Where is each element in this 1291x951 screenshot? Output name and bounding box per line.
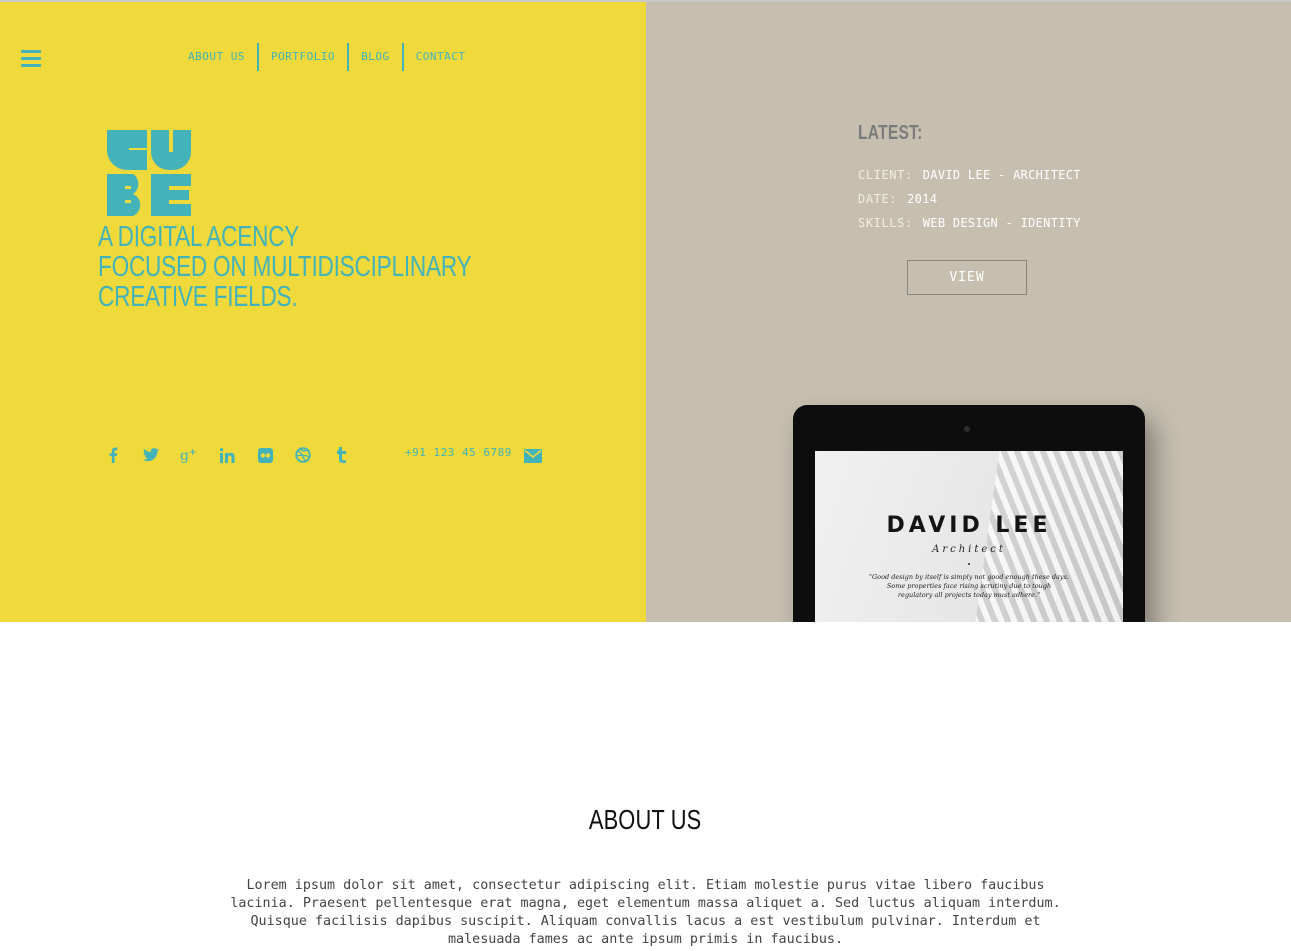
dribbble-icon[interactable] [294,446,312,464]
about-paragraph: Lorem ipsum dolor sit amet, consectetur … [230,878,1061,947]
hero-tagline: A DIGITAL ACENCY FOCUSED ON MULTIDISCIPL… [98,221,472,313]
phone-number[interactable]: +91 123 45 6789 [405,446,512,459]
google-plus-icon[interactable]: g + [180,446,198,464]
twitter-icon[interactable] [142,446,160,464]
tablet-screen: DAVID LEE Architect "Good design by itse… [815,451,1123,622]
hero-left-panel: ABOUT US PORTFOLIO BLOG CONTACT A DIGITA… [0,2,646,622]
nav-item-blog[interactable]: BLOG [347,43,402,71]
skills-value: WEB DESIGN - IDENTITY [922,216,1081,230]
flickr-icon[interactable] [256,446,274,464]
nav-item-contact[interactable]: CONTACT [401,43,478,71]
tagline-line: CREATIVE FIELDS. [98,281,298,313]
date-value: 2014 [907,192,938,206]
top-navigation: ABOUT US PORTFOLIO BLOG CONTACT [180,42,477,72]
about-section-title: ABOUT US [0,804,1291,836]
cube-logo[interactable] [105,128,193,218]
svg-text:g: g [180,448,189,463]
nav-item-about-us[interactable]: ABOUT US [180,43,257,71]
date-label: DATE: [858,192,898,206]
skills-label: SKILLS: [858,216,913,230]
social-links: g + [104,446,370,464]
hamburger-menu-icon[interactable] [21,50,41,68]
tablet-quote: "Good design by itself is simply not goo… [869,573,1069,599]
mail-icon[interactable] [524,449,542,463]
tablet-client-role: Architect [932,544,1006,555]
tagline-line: A DIGITAL ACENCY [98,221,300,253]
latest-project-meta: CLIENT: DAVID LEE - ARCHITECT DATE: 2014 S… [858,167,1081,239]
tumblr-icon[interactable] [332,446,350,464]
client-value: DAVID LEE - ARCHITECT [922,168,1081,182]
svg-text:+: + [189,448,197,458]
hero-right-panel: LATEST: CLIENT: DAVID LEE - ARCHITECT DAT… [646,2,1291,622]
view-project-button[interactable]: VIEW [907,260,1027,295]
client-label: CLIENT: [858,168,913,182]
latest-title: LATEST: [858,122,923,144]
tablet-camera [964,426,970,432]
about-title-text: ABOUT US [589,804,702,835]
tablet-mockup: DAVID LEE Architect "Good design by itse… [793,405,1145,622]
nav-item-portfolio[interactable]: PORTFOLIO [256,43,347,71]
tagline-line: FOCUSED ON MULTIDISCIPLINARY [98,251,472,283]
facebook-icon[interactable] [104,446,122,464]
tablet-client-name: DAVID LEE [886,513,1052,538]
linkedin-icon[interactable] [218,446,236,464]
separator-dot [968,563,970,565]
